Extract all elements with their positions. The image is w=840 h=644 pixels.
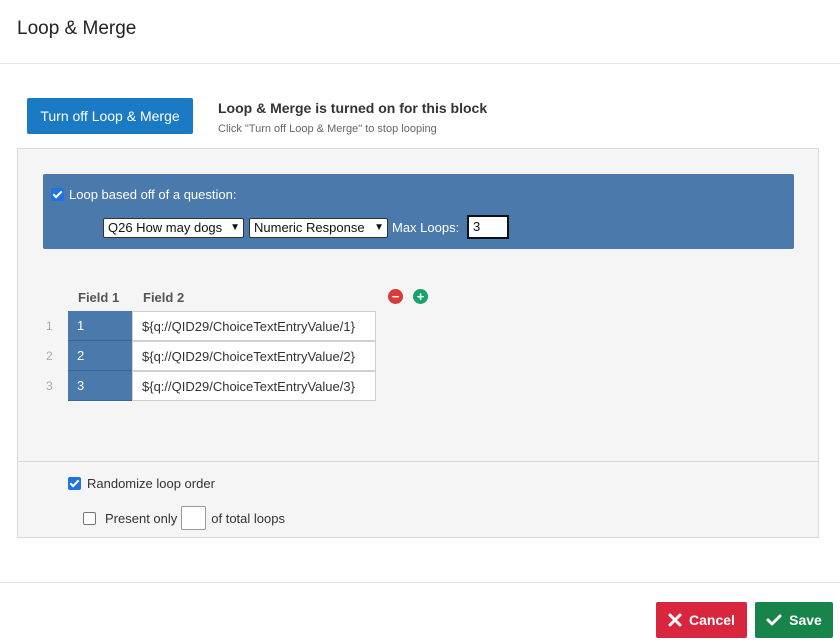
dialog-title: Loop & Merge — [17, 18, 137, 39]
cancel-button[interactable]: Cancel — [656, 602, 747, 638]
response-type-select-value: Numeric Response — [254, 220, 365, 235]
field1-cell[interactable]: 1 — [68, 311, 132, 341]
close-icon — [668, 613, 682, 627]
row-number: 2 — [46, 349, 53, 363]
field2-cell[interactable]: ${q://QID29/ChoiceTextEntryValue/2} — [132, 341, 376, 371]
max-loops-input[interactable]: 3 — [467, 215, 509, 239]
plus-circle-icon[interactable]: + — [413, 289, 428, 304]
present-only-row: Present only of total loops — [83, 506, 285, 530]
panel-divider — [18, 461, 818, 462]
loop-based-label: Loop based off of a question: — [69, 187, 237, 202]
loop-status-hint: Click "Turn off Loop & Merge" to stop lo… — [218, 123, 437, 135]
max-loops-label: Max Loops: — [392, 220, 460, 235]
dialog-header: Loop & Merge — [0, 0, 840, 64]
footer-divider — [0, 582, 840, 583]
field2-cell[interactable]: ${q://QID29/ChoiceTextEntryValue/3} — [132, 371, 376, 401]
chevron-down-icon: ▼ — [374, 222, 384, 233]
column-header-field-1: Field 1 — [78, 290, 120, 305]
present-only-count-input[interactable] — [181, 506, 207, 530]
field2-cell[interactable]: ${q://QID29/ChoiceTextEntryValue/1} — [132, 311, 376, 341]
randomize-label: Randomize loop order — [87, 476, 215, 491]
save-button[interactable]: Save — [755, 602, 833, 638]
total-loops-label: of total loops — [211, 510, 285, 526]
question-select-value: Q26 How may dogs — [108, 220, 223, 235]
present-only-label: Present only — [105, 510, 178, 526]
loop-source-bar: Loop based off of a question: Q26 How ma… — [43, 174, 794, 249]
row-number: 1 — [46, 319, 53, 333]
randomize-row: Randomize loop order — [68, 476, 215, 491]
loop-status-title: Loop & Merge is turned on for this block — [218, 100, 488, 116]
turn-off-loop-merge-button[interactable]: Turn off Loop & Merge — [27, 98, 193, 134]
loop-based-question-row: Loop based off of a question: — [51, 187, 236, 202]
cancel-button-label: Cancel — [689, 612, 735, 628]
column-header-field-2: Field 2 — [143, 290, 185, 305]
field1-cell[interactable]: 3 — [68, 371, 132, 401]
loop-merge-panel: Loop based off of a question: Q26 How ma… — [17, 148, 819, 538]
present-only-checkbox[interactable] — [83, 511, 96, 525]
minus-circle-icon[interactable]: − — [388, 289, 403, 304]
save-button-label: Save — [789, 612, 822, 628]
loop-based-checkbox[interactable] — [51, 188, 64, 201]
checkmark-icon — [766, 614, 782, 626]
row-number: 3 — [46, 379, 53, 393]
question-select[interactable]: Q26 How may dogs ▼ — [103, 218, 244, 238]
response-type-select[interactable]: Numeric Response ▼ — [249, 218, 388, 238]
field1-cell[interactable]: 2 — [68, 341, 132, 371]
randomize-checkbox[interactable] — [68, 477, 81, 490]
chevron-down-icon: ▼ — [230, 222, 240, 233]
